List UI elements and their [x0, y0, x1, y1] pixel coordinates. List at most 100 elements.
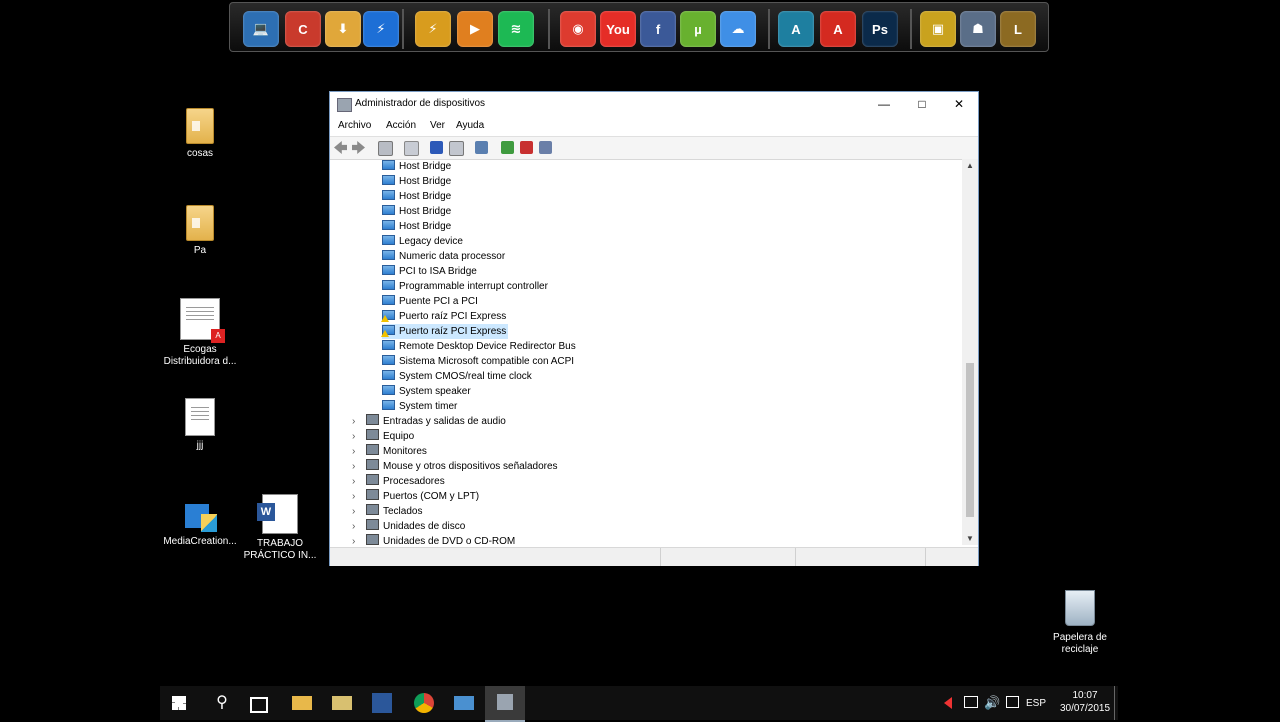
show-desktop-button[interactable]: [1114, 686, 1119, 720]
vertical-scrollbar[interactable]: ▲ ▼: [962, 159, 978, 545]
menu-ayuda[interactable]: Ayuda: [456, 120, 484, 131]
language-indicator[interactable]: ESP: [1026, 698, 1046, 709]
desktop-icon-recycle-bin[interactable]: Papelera de reciclaje: [1042, 590, 1118, 656]
properties-icon[interactable]: [378, 141, 393, 156]
expand-chevron-icon[interactable]: ›: [352, 429, 355, 444]
device-item[interactable]: Puente PCI a PCI: [382, 294, 478, 309]
task-view-icon[interactable]: [250, 697, 268, 713]
search-icon[interactable]: ⚲: [212, 693, 232, 713]
device-item[interactable]: Sistema Microsoft compatible con ACPI: [382, 354, 574, 369]
device-item[interactable]: Host Bridge: [382, 174, 451, 189]
utorrent-icon[interactable]: µ: [680, 11, 716, 47]
clock[interactable]: 10:07 30/07/2015: [1056, 689, 1114, 715]
desktop-icon-jjj[interactable]: jjj: [158, 398, 242, 452]
ccleaner-icon[interactable]: C: [285, 11, 321, 47]
device-item[interactable]: System timer: [382, 399, 457, 414]
device-category[interactable]: Unidades de disco: [366, 519, 465, 534]
device-category[interactable]: Mouse y otros dispositivos señaladores: [366, 459, 558, 474]
device-item[interactable]: Numeric data processor: [382, 249, 505, 264]
forward-arrow-icon[interactable]: [352, 141, 365, 154]
counter-strike-icon[interactable]: ☗: [960, 11, 996, 47]
device-item[interactable]: Puerto raíz PCI Express: [381, 309, 506, 324]
network-icon[interactable]: [964, 696, 978, 708]
notifications-icon[interactable]: [1006, 696, 1019, 708]
device-item[interactable]: Host Bridge: [382, 204, 451, 219]
device-category[interactable]: Procesadores: [366, 474, 445, 489]
close-button[interactable]: ✕: [940, 92, 978, 116]
device-item[interactable]: Programmable interrupt controller: [382, 279, 548, 294]
youtube-icon[interactable]: You: [600, 11, 636, 47]
flash-icon[interactable]: ⚡: [363, 11, 399, 47]
facebook-icon[interactable]: f: [640, 11, 676, 47]
device-item[interactable]: System speaker: [382, 384, 471, 399]
details-icon[interactable]: [449, 141, 464, 156]
device-item[interactable]: System CMOS/real time clock: [382, 369, 532, 384]
active-taskbar-app-device-manager[interactable]: [485, 686, 525, 722]
desktop-icon-trabajo-word[interactable]: W TRABAJO PRÁCTICO IN...: [238, 494, 322, 562]
device-item[interactable]: Host Bridge: [382, 189, 451, 204]
word-icon[interactable]: [372, 693, 392, 713]
desktop-icon-cosas[interactable]: cosas: [158, 108, 242, 160]
expand-chevron-icon[interactable]: ›: [352, 504, 355, 519]
menu-accion[interactable]: Acción: [386, 120, 416, 131]
menu-archivo[interactable]: Archivo: [338, 120, 371, 131]
device-item[interactable]: PCI to ISA Bridge: [382, 264, 477, 279]
expand-chevron-icon[interactable]: ›: [352, 534, 355, 545]
menu-ver[interactable]: Ver: [430, 120, 445, 131]
device-item[interactable]: Puerto raíz PCI Express: [381, 324, 509, 339]
spotify-icon[interactable]: ≋: [498, 11, 534, 47]
device-item[interactable]: Legacy device: [382, 234, 463, 249]
autocad-icon[interactable]: A: [778, 11, 814, 47]
tray-expand-icon[interactable]: [944, 697, 952, 709]
expand-chevron-icon[interactable]: ›: [352, 459, 355, 474]
device-item[interactable]: Host Bridge: [382, 219, 451, 234]
download-folder-icon[interactable]: ⬇: [325, 11, 361, 47]
device-category[interactable]: Monitores: [366, 444, 427, 459]
back-arrow-icon[interactable]: [334, 141, 347, 154]
update-driver-icon[interactable]: [501, 141, 514, 154]
scroll-up-icon[interactable]: ▲: [962, 161, 978, 170]
desktop-icon-ecogas-pdf[interactable]: A Ecogas Distribuidora d...: [158, 298, 242, 368]
scroll-thumb[interactable]: [966, 363, 974, 517]
computer-icon[interactable]: 💻: [243, 11, 279, 47]
folder-icon[interactable]: [332, 696, 352, 710]
minimize-button[interactable]: —: [865, 92, 903, 116]
media-player-icon[interactable]: ▶: [457, 11, 493, 47]
file-explorer-icon[interactable]: [292, 696, 312, 710]
device-category[interactable]: Entradas y salidas de audio: [366, 414, 506, 429]
maximize-button[interactable]: □: [903, 92, 941, 116]
volume-icon[interactable]: 🔊: [984, 695, 1000, 711]
uninstall-device-icon[interactable]: [520, 141, 533, 154]
enable-device-icon[interactable]: [539, 141, 552, 154]
scan-hardware-icon[interactable]: [475, 141, 488, 154]
game-folder-icon[interactable]: ▣: [920, 11, 956, 47]
desktop-icon-pa[interactable]: Pa: [158, 205, 242, 257]
device-label: Puente PCI a PCI: [399, 296, 478, 307]
device-category[interactable]: Equipo: [366, 429, 414, 444]
expand-chevron-icon[interactable]: ›: [352, 474, 355, 489]
device-item[interactable]: Remote Desktop Device Redirector Bus: [382, 339, 576, 354]
winamp-icon[interactable]: ⚡: [415, 11, 451, 47]
chrome-icon[interactable]: ◉: [560, 11, 596, 47]
league-of-legends-icon[interactable]: L: [1000, 11, 1036, 47]
expand-chevron-icon[interactable]: ›: [352, 444, 355, 459]
device-category[interactable]: Unidades de DVD o CD-ROM: [366, 534, 515, 545]
windows-start-icon[interactable]: [172, 696, 186, 710]
device-category[interactable]: Teclados: [366, 504, 422, 519]
title-bar[interactable]: Administrador de dispositivos — □ ✕: [330, 92, 978, 116]
cloud-music-icon[interactable]: ☁: [720, 11, 756, 47]
expand-chevron-icon[interactable]: ›: [352, 414, 355, 429]
expand-chevron-icon[interactable]: ›: [352, 519, 355, 534]
remote-desktop-icon[interactable]: [454, 696, 474, 710]
chrome-icon[interactable]: [414, 693, 434, 713]
help-icon[interactable]: [430, 141, 443, 154]
photoshop-icon[interactable]: Ps: [862, 11, 898, 47]
scroll-down-icon[interactable]: ▼: [962, 534, 978, 543]
device-category[interactable]: Puertos (COM y LPT): [366, 489, 479, 504]
desktop-icon-mediacreation[interactable]: MediaCreation...: [158, 498, 242, 548]
acrobat-icon[interactable]: A: [820, 11, 856, 47]
clock-date: 30/07/2015: [1059, 703, 1111, 714]
view-icon[interactable]: [404, 141, 419, 156]
device-item[interactable]: Host Bridge: [382, 159, 451, 174]
expand-chevron-icon[interactable]: ›: [352, 489, 355, 504]
